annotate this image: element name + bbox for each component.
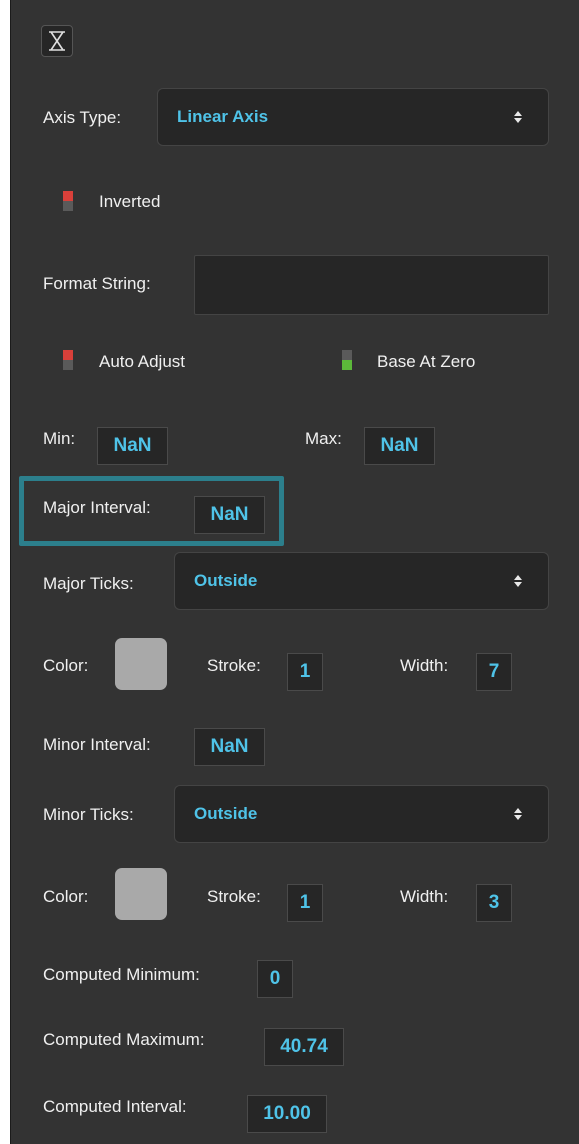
minor-color-swatch[interactable] <box>115 868 167 920</box>
computed-minimum-value: 0 <box>257 960 293 998</box>
major-width-label: Width: <box>400 656 449 675</box>
minor-interval-label: Minor Interval: <box>43 735 151 754</box>
auto-adjust-label: Auto Adjust <box>99 352 186 371</box>
major-stroke-label: Stroke: <box>207 656 261 675</box>
min-input[interactable]: NaN <box>97 427 168 465</box>
max-label: Max: <box>305 429 342 448</box>
close-icon <box>49 31 65 51</box>
computed-maximum-label: Computed Maximum: <box>43 1030 205 1049</box>
axis-type-select[interactable]: Linear Axis <box>157 88 549 146</box>
select-arrows-icon <box>512 575 524 587</box>
major-ticks-value: Outside <box>194 571 258 590</box>
computed-interval-label: Computed Interval: <box>43 1097 187 1116</box>
base-at-zero-toggle[interactable] <box>342 350 352 370</box>
major-ticks-label: Major Ticks: <box>43 574 134 593</box>
axis-type-value: Linear Axis <box>177 107 269 126</box>
close-button[interactable] <box>41 25 73 57</box>
major-ticks-select[interactable]: Outside <box>174 552 549 610</box>
minor-ticks-value: Outside <box>194 804 258 823</box>
minor-ticks-select[interactable]: Outside <box>174 785 549 843</box>
max-input[interactable]: NaN <box>364 427 435 465</box>
minor-interval-input[interactable]: NaN <box>194 728 265 766</box>
format-string-label: Format String: <box>43 274 151 293</box>
minor-color-label: Color: <box>43 887 89 906</box>
major-interval-label: Major Interval: <box>43 498 151 517</box>
major-interval-input[interactable]: NaN <box>194 496 265 534</box>
major-stroke-input[interactable]: 1 <box>287 653 323 691</box>
major-color-swatch[interactable] <box>115 638 167 690</box>
select-arrows-icon <box>512 808 524 820</box>
select-arrows-icon <box>512 111 524 123</box>
inverted-label: Inverted <box>99 192 161 211</box>
computed-interval-value: 10.00 <box>247 1095 327 1133</box>
axis-type-label: Axis Type: <box>43 108 122 127</box>
minor-width-label: Width: <box>400 887 449 906</box>
inverted-toggle[interactable] <box>63 191 73 211</box>
major-color-label: Color: <box>43 656 89 675</box>
auto-adjust-toggle[interactable] <box>63 350 73 370</box>
major-width-input[interactable]: 7 <box>476 653 512 691</box>
minor-stroke-label: Stroke: <box>207 887 261 906</box>
min-label: Min: <box>43 429 76 448</box>
minor-stroke-input[interactable]: 1 <box>287 884 323 922</box>
computed-maximum-value: 40.74 <box>264 1028 344 1066</box>
computed-minimum-label: Computed Minimum: <box>43 965 200 984</box>
minor-ticks-label: Minor Ticks: <box>43 805 134 824</box>
base-at-zero-label: Base At Zero <box>377 352 476 371</box>
minor-width-input[interactable]: 3 <box>476 884 512 922</box>
axis-settings-panel: Axis Type: Linear Axis Inverted Format S… <box>10 0 579 1144</box>
format-string-input[interactable] <box>194 255 549 315</box>
